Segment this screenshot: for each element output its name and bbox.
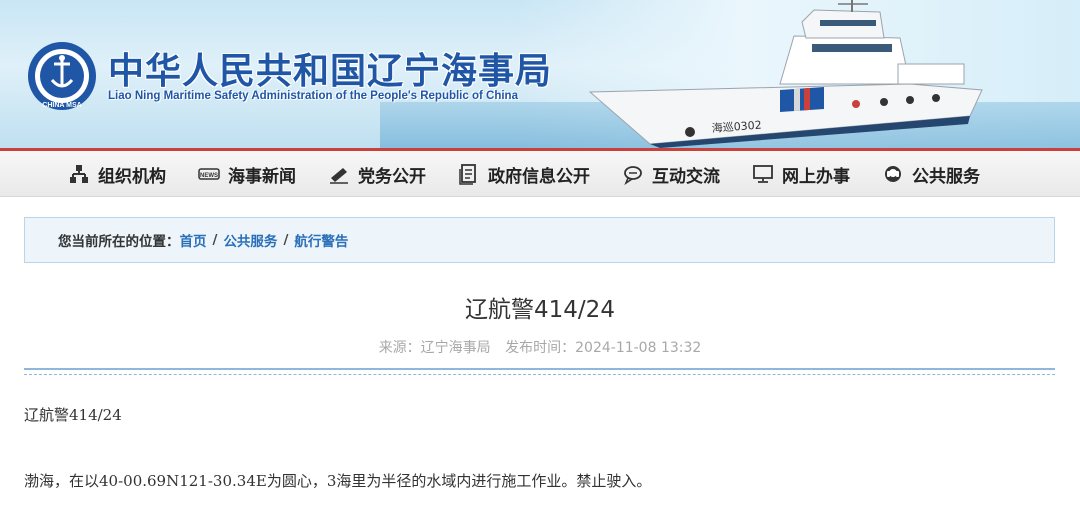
nav-item-news[interactable]: NEWS 海事新闻: [198, 151, 296, 197]
nav-item-label: 互动交流: [652, 166, 720, 187]
site-title-english: Liao Ning Maritime Safety Administration…: [108, 90, 518, 102]
article-meta: 来源：辽宁海事局 发布时间：2024-11-08 13:32: [0, 337, 1080, 357]
main-nav: 组织机构 NEWS 海事新闻 党务公开 政府信息公开 互动交流 网上办事 公共服…: [0, 148, 1080, 197]
service-icon: [885, 166, 901, 182]
patrol-ship-image: 海巡0302: [588, 0, 983, 148]
breadcrumb: 您当前所在的位置： 首页 / 公共服务 / 航行警告: [24, 217, 1055, 263]
breadcrumb-link-public-services[interactable]: 公共服务: [223, 230, 277, 250]
breadcrumb-link-home[interactable]: 首页: [180, 230, 207, 250]
site-title[interactable]: 中华人民共和国辽宁海事局: [108, 42, 552, 94]
article-title: 辽航警414/24: [465, 297, 615, 323]
nav-item-label: 海事新闻: [228, 166, 296, 187]
pen-icon: [330, 168, 348, 184]
nav-item-label: 政府信息公开: [488, 166, 590, 187]
breadcrumb-separator: /: [212, 232, 218, 248]
nav-item-online-services[interactable]: 网上办事: [752, 151, 850, 197]
breadcrumb-label: 您当前所在的位置：: [58, 234, 180, 250]
breadcrumb-link-navigation-warnings[interactable]: 航行警告: [294, 230, 348, 250]
nav-item-label: 公共服务: [912, 166, 980, 187]
nav-item-label: 党务公开: [358, 166, 426, 187]
org-chart-icon: [70, 165, 88, 183]
logo-text: CHINA MSA: [42, 102, 81, 109]
article-published-time: 发布时间：2024-11-08 13:32: [505, 340, 702, 356]
article-paragraph: 渤海，在以40-00.69N121-30.34E为圆心，3海里为半径的水域内进行…: [24, 472, 652, 490]
divider-solid: [24, 368, 1055, 370]
china-msa-logo[interactable]: CHINA MSA: [26, 40, 98, 112]
document-icon: [459, 164, 476, 185]
header-banner: CHINA MSA 中华人民共和国辽宁海事局 Liao Ning Maritim…: [0, 0, 1080, 148]
nav-item-organization[interactable]: 组织机构: [68, 151, 166, 197]
news-icon: NEWS: [198, 168, 220, 180]
svg-text:NEWS: NEWS: [200, 173, 218, 179]
article-source: 来源：辽宁海事局: [378, 340, 491, 356]
monitor-icon: [753, 165, 773, 183]
divider-dashed: [24, 374, 1055, 375]
breadcrumb-separator: /: [283, 232, 289, 248]
chat-icon: [624, 166, 642, 185]
nav-item-label: 网上办事: [782, 166, 850, 187]
nav-item-interaction[interactable]: 互动交流: [622, 151, 720, 197]
nav-item-party-affairs[interactable]: 党务公开: [328, 151, 426, 197]
nav-item-label: 组织机构: [98, 166, 166, 187]
article-paragraph: 辽航警414/24: [24, 406, 122, 424]
nav-item-gov-info[interactable]: 政府信息公开: [458, 151, 590, 197]
nav-item-public-services[interactable]: 公共服务: [882, 151, 980, 197]
